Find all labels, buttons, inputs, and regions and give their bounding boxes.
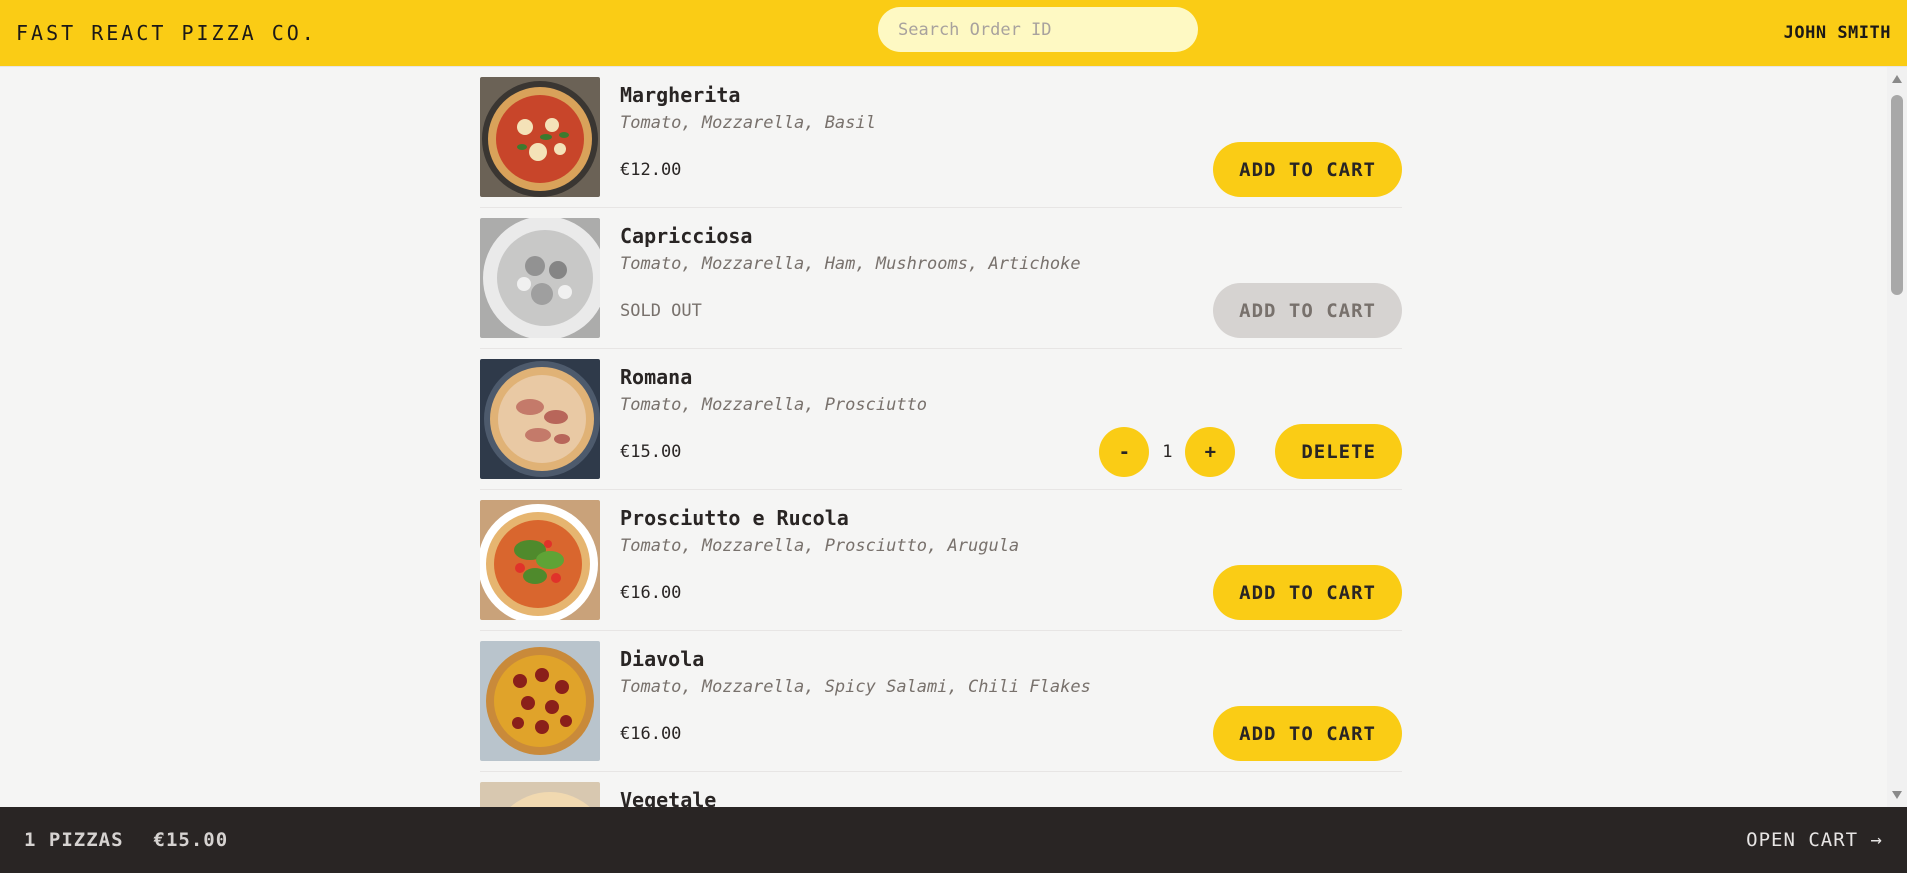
menu-item: Diavola Tomato, Mozzarella, Spicy Salami… bbox=[480, 631, 1402, 772]
pizza-name: Romana bbox=[620, 365, 693, 389]
delete-button[interactable]: DELETE bbox=[1275, 424, 1402, 479]
pizza-name: Vegetale bbox=[620, 788, 717, 807]
decrease-quantity-button[interactable]: - bbox=[1099, 426, 1150, 477]
quantity-value: 1 bbox=[1162, 441, 1173, 462]
pizza-name: Capricciosa bbox=[620, 224, 753, 248]
menu-item-footer: €12.00 ADD TO CART bbox=[620, 142, 1402, 197]
pizza-image bbox=[480, 782, 600, 807]
menu-item-info: Diavola Tomato, Mozzarella, Spicy Salami… bbox=[620, 641, 1402, 761]
pizza-name: Diavola bbox=[620, 647, 705, 671]
menu-item-footer: €16.00 ADD TO CART bbox=[620, 565, 1402, 620]
add-to-cart-button[interactable]: ADD TO CART bbox=[1213, 142, 1402, 197]
menu-item-info: Romana Tomato, Mozzarella, Prosciutto €1… bbox=[620, 359, 1402, 479]
menu-item-footer: €16.00 ADD TO CART bbox=[620, 706, 1402, 761]
menu-item-info: Vegetale bbox=[620, 782, 1402, 807]
cart-item-actions: - 1 + DELETE bbox=[1099, 424, 1402, 479]
cart-total-price: €15.00 bbox=[153, 829, 229, 851]
add-to-cart-button[interactable]: ADD TO CART bbox=[1213, 565, 1402, 620]
pizza-ingredients: Tomato, Mozzarella, Basil bbox=[620, 113, 876, 133]
scroll-up-arrow-icon[interactable] bbox=[1892, 75, 1902, 83]
pizza-price: €16.00 bbox=[620, 723, 682, 744]
menu-list: Margherita Tomato, Mozzarella, Basil €12… bbox=[480, 67, 1402, 807]
add-to-cart-button-disabled[interactable]: ADD TO CART bbox=[1213, 283, 1402, 338]
menu-item: Capricciosa Tomato, Mozzarella, Ham, Mus… bbox=[480, 208, 1402, 349]
search-order-input[interactable] bbox=[878, 7, 1198, 52]
open-cart-link[interactable]: OPEN CART → bbox=[1746, 829, 1883, 851]
cart-pizza-count: 1 PIZZAS bbox=[24, 829, 124, 851]
pizza-image bbox=[480, 359, 600, 479]
pizza-name: Margherita bbox=[620, 83, 741, 107]
pizza-image bbox=[480, 500, 600, 620]
search-container bbox=[878, 7, 1198, 52]
menu-item-info: Prosciutto e Rucola Tomato, Mozzarella, … bbox=[620, 500, 1402, 620]
cart-overview: 1 PIZZAS €15.00 OPEN CART → bbox=[0, 807, 1907, 873]
menu-item-footer: SOLD OUT ADD TO CART bbox=[620, 283, 1402, 338]
pizza-image bbox=[480, 77, 600, 197]
pizza-ingredients: Tomato, Mozzarella, Spicy Salami, Chili … bbox=[620, 677, 1091, 697]
app-logo[interactable]: FAST REACT PIZZA CO. bbox=[16, 21, 317, 45]
menu-item: Margherita Tomato, Mozzarella, Basil €12… bbox=[480, 67, 1402, 208]
sold-out-label: SOLD OUT bbox=[620, 300, 702, 321]
pizza-image bbox=[480, 218, 600, 338]
cart-summary: 1 PIZZAS €15.00 bbox=[24, 829, 228, 851]
vertical-scrollbar[interactable] bbox=[1887, 67, 1907, 807]
menu-item: Vegetale bbox=[480, 772, 1402, 807]
pizza-price: €15.00 bbox=[620, 441, 682, 462]
menu-item-footer: €15.00 - 1 + DELETE bbox=[620, 424, 1402, 479]
menu-item: Romana Tomato, Mozzarella, Prosciutto €1… bbox=[480, 349, 1402, 490]
pizza-price: €12.00 bbox=[620, 159, 682, 180]
quantity-stepper: - 1 + bbox=[1099, 426, 1236, 477]
pizza-price: €16.00 bbox=[620, 582, 682, 603]
username: JOHN SMITH bbox=[1783, 23, 1891, 43]
menu-item: Prosciutto e Rucola Tomato, Mozzarella, … bbox=[480, 490, 1402, 631]
increase-quantity-button[interactable]: + bbox=[1185, 426, 1236, 477]
scroll-down-arrow-icon[interactable] bbox=[1892, 791, 1902, 799]
add-to-cart-button[interactable]: ADD TO CART bbox=[1213, 706, 1402, 761]
menu-item-info: Capricciosa Tomato, Mozzarella, Ham, Mus… bbox=[620, 218, 1402, 338]
pizza-ingredients: Tomato, Mozzarella, Prosciutto, Arugula bbox=[620, 536, 1020, 556]
pizza-ingredients: Tomato, Mozzarella, Ham, Mushrooms, Arti… bbox=[620, 254, 1081, 274]
pizza-ingredients: Tomato, Mozzarella, Prosciutto bbox=[620, 395, 928, 415]
pizza-name: Prosciutto e Rucola bbox=[620, 506, 849, 530]
menu-page: Margherita Tomato, Mozzarella, Basil €12… bbox=[0, 67, 1887, 807]
pizza-image bbox=[480, 641, 600, 761]
app-header: FAST REACT PIZZA CO. JOHN SMITH bbox=[0, 0, 1907, 67]
menu-item-info: Margherita Tomato, Mozzarella, Basil €12… bbox=[620, 77, 1402, 197]
scrollbar-thumb[interactable] bbox=[1891, 95, 1903, 295]
